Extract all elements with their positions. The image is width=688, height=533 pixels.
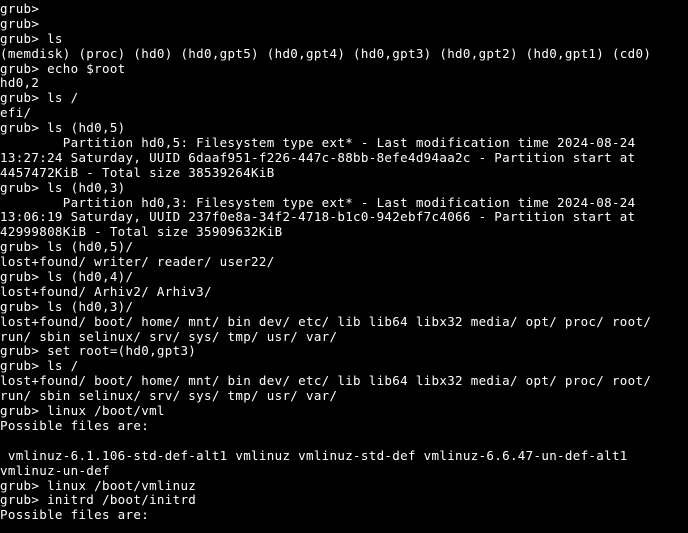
terminal-line: grub> — [0, 15, 40, 31]
terminal-line: 13:06:19 Saturday, UUID 237f0e8a-34f2-47… — [0, 209, 636, 225]
terminal-line: grub> ls / — [0, 358, 79, 374]
terminal-line: efi/ — [0, 105, 32, 121]
terminal-line: lost+found/ boot/ home/ mnt/ bin dev/ et… — [0, 313, 652, 329]
terminal-line: grub> initrd /boot/initrd — [0, 492, 197, 508]
terminal-line: Partition hd0,3: Filesystem type ext* - … — [0, 194, 636, 210]
terminal-line: grub> ls (hd0,3)/ — [0, 298, 134, 314]
terminal-line: run/ sbin selinux/ srv/ sys/ tmp/ usr/ v… — [0, 328, 338, 344]
terminal-line: grub> ls (hd0,3) — [0, 179, 126, 195]
terminal-line: grub> ls (hd0,5) — [0, 120, 126, 136]
terminal-line: hd0,2 — [0, 75, 40, 91]
terminal-line: grub> set root=(hd0,gpt3) — [0, 343, 197, 359]
terminal-line: 13:27:24 Saturday, UUID 6daaf951-f226-44… — [0, 149, 636, 165]
terminal-line: lost+found/ boot/ home/ mnt/ bin dev/ et… — [0, 373, 652, 389]
terminal-line: grub> echo $root — [0, 60, 126, 76]
terminal-line: 4457472KiB - Total size 38539264KiB — [0, 164, 275, 180]
terminal-line: grub> ls — [0, 30, 63, 46]
terminal-line: vmlinuz-un-def — [0, 462, 110, 478]
terminal-line: grub> ls (hd0,5)/ — [0, 239, 134, 255]
terminal-line: grub> linux /boot/vml — [0, 403, 165, 419]
grub-terminal-console[interactable]: grub> grub> grub> ls (memdisk) (proc) (hd0)… — [0, 0, 688, 533]
terminal-line: lost+found/ Arhiv2/ Arhiv3/ — [0, 283, 212, 299]
terminal-line: Partition hd0,5: Filesystem type ext* - … — [0, 135, 636, 151]
terminal-line: grub> — [0, 1, 40, 16]
terminal-line: Possible files are: — [0, 417, 150, 433]
terminal-line: grub> linux /boot/vmlinuz — [0, 477, 197, 493]
terminal-line: lost+found/ writer/ reader/ user22/ — [0, 254, 275, 270]
terminal-line: vmlinuz-6.1.106-std-def-alt1 vmlinuz vml… — [0, 447, 628, 463]
terminal-line: Possible files are: — [0, 507, 150, 523]
terminal-line: (memdisk) (proc) (hd0) (hd0,gpt5) (hd0,g… — [0, 45, 652, 61]
terminal-line: grub> ls / — [0, 90, 79, 106]
terminal-line: run/ sbin selinux/ srv/ sys/ tmp/ usr/ v… — [0, 388, 338, 404]
terminal-line: 42999808KiB - Total size 35909632KiB — [0, 224, 283, 240]
terminal-line: grub> ls (hd0,4)/ — [0, 269, 134, 285]
